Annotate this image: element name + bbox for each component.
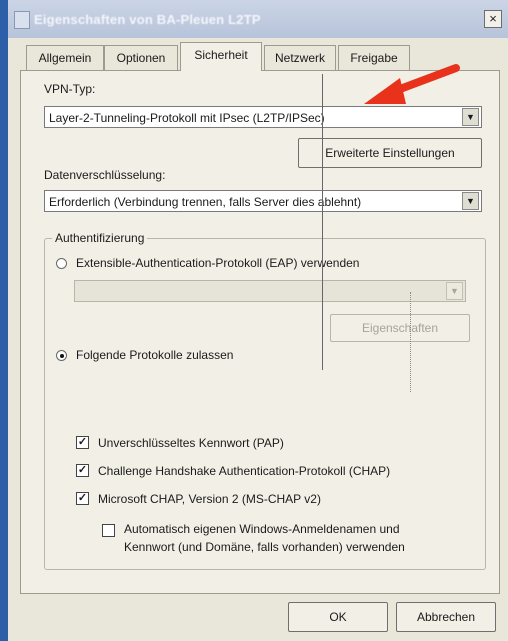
vpn-type-value: Layer-2-Tunneling-Protokoll mit IPsec (L… — [49, 111, 325, 125]
mschapv2-label: Microsoft CHAP, Version 2 (MS-CHAP v2) — [98, 492, 321, 506]
tab-sicherheit[interactable]: Sicherheit — [180, 42, 262, 71]
encryption-value: Erforderlich (Verbindung trennen, falls … — [49, 195, 362, 209]
tab-optionen[interactable]: Optionen — [104, 45, 178, 70]
eap-radio[interactable] — [56, 258, 67, 269]
auto-logon-label-line2: Kennwort (und Domäne, falls vorhanden) v… — [124, 540, 405, 554]
allow-protocols-radio[interactable] — [56, 350, 67, 361]
encryption-label: Datenverschlüsselung: — [44, 168, 166, 182]
pap-label: Unverschlüsseltes Kennwort (PAP) — [98, 436, 284, 450]
connection-icon — [14, 11, 30, 29]
tab-netzwerk[interactable]: Netzwerk — [264, 45, 336, 70]
pap-checkbox[interactable]: ✓ — [76, 436, 89, 449]
advanced-settings-button[interactable]: Erweiterte Einstellungen — [298, 138, 482, 168]
eap-dropdown-button[interactable]: ▼ — [446, 282, 463, 300]
overlay-line — [322, 74, 323, 370]
close-button[interactable]: × — [484, 10, 502, 28]
red-arrow-annotation — [364, 64, 460, 104]
eap-label: Extensible-Authentication-Protokoll (EAP… — [76, 256, 360, 270]
encryption-select[interactable]: Erforderlich (Verbindung trennen, falls … — [44, 190, 482, 212]
authentication-group-label: Authentifizierung — [52, 231, 148, 245]
mschapv2-checkbox[interactable]: ✓ — [76, 492, 89, 505]
tab-allgemein[interactable]: Allgemein — [26, 45, 104, 70]
overlay-dotted-line — [410, 292, 412, 392]
ok-button[interactable]: OK — [288, 602, 388, 632]
allow-protocols-label: Folgende Protokolle zulassen — [76, 348, 234, 362]
auto-logon-checkbox[interactable] — [102, 524, 115, 537]
eap-method-select[interactable] — [74, 280, 466, 302]
vpn-type-label: VPN-Typ: — [44, 82, 96, 96]
window-title: Eigenschaften von BA-Pleuen L2TP — [34, 12, 261, 27]
arrow-head — [364, 78, 406, 104]
eap-properties-button[interactable]: Eigenschaften — [330, 314, 470, 342]
cancel-button[interactable]: Abbrechen — [396, 602, 496, 632]
vpn-type-dropdown-button[interactable]: ▼ — [462, 108, 479, 126]
chap-label: Challenge Handshake Authentication-Proto… — [98, 464, 391, 478]
encryption-dropdown-button[interactable]: ▼ — [462, 192, 479, 210]
chap-checkbox[interactable]: ✓ — [76, 464, 89, 477]
auto-logon-label-line1: Automatisch eigenen Windows-Anmeldenamen… — [124, 522, 400, 536]
